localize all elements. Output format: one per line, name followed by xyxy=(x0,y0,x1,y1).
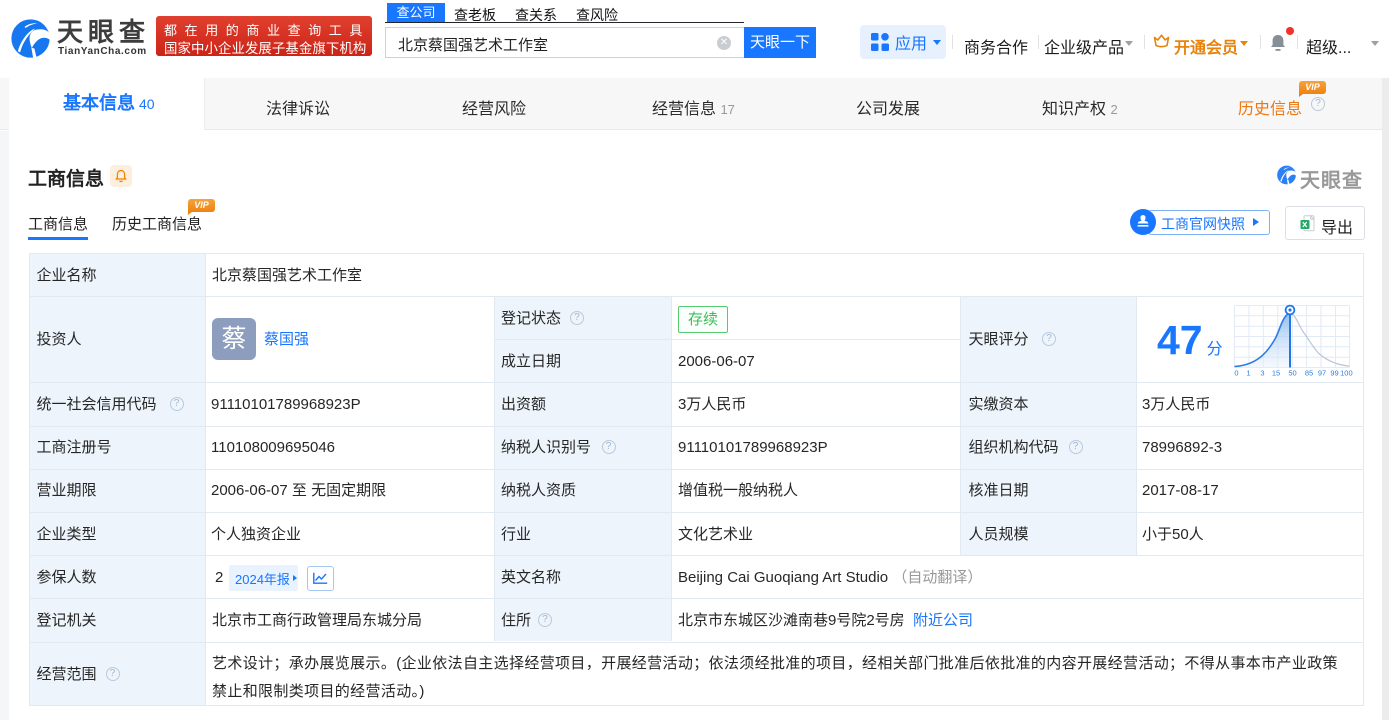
svg-text:15: 15 xyxy=(1272,369,1280,378)
svg-text:85: 85 xyxy=(1305,369,1313,378)
svg-text:97: 97 xyxy=(1318,369,1326,378)
svg-text:0: 0 xyxy=(1234,369,1238,378)
svg-text:50: 50 xyxy=(1288,369,1296,378)
svg-text:3: 3 xyxy=(1260,369,1264,378)
svg-text:99: 99 xyxy=(1330,369,1338,378)
svg-text:100: 100 xyxy=(1340,369,1353,378)
svg-text:1: 1 xyxy=(1246,369,1250,378)
